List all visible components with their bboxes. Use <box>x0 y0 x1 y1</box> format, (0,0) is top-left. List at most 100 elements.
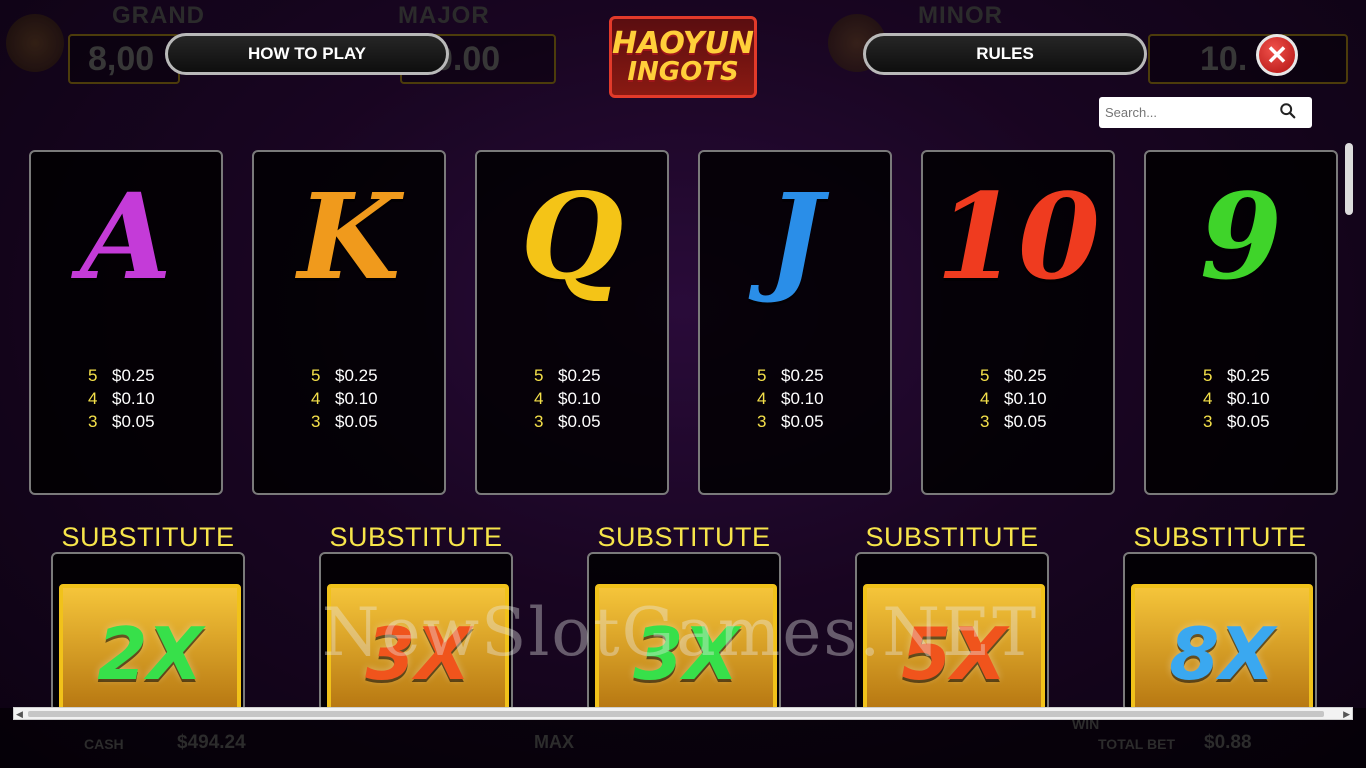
logo-line2: INGOTS <box>627 57 739 87</box>
substitute-card: 2X <box>51 552 245 712</box>
symbol-j: J <box>767 167 823 306</box>
search-input[interactable] <box>1099 105 1279 120</box>
pay-list: 5 $0.25 4 $0.10 3 $0.05 <box>477 364 667 433</box>
logo-line1: HAOYUN <box>612 26 754 61</box>
pay-count: 4 <box>88 388 98 408</box>
pay-row: 3 $0.05 <box>923 410 1113 433</box>
pay-row: 4 $0.10 <box>31 387 221 410</box>
pay-count: 3 <box>1203 411 1213 431</box>
symbol-10: 10 <box>935 167 1101 306</box>
wild-multiplier-symbol: 5X <box>863 584 1045 710</box>
pay-count: 4 <box>534 388 544 408</box>
wild-multiplier-symbol: 3X <box>595 584 777 710</box>
pay-row: 5 $0.25 <box>31 364 221 387</box>
symbol-k: K <box>297 167 401 306</box>
pay-row: 5 $0.25 <box>700 364 890 387</box>
paytable-card: A 5 $0.25 4 $0.10 3 $0.05 <box>29 150 223 495</box>
pay-value: $0.10 <box>1004 388 1047 408</box>
pay-row: 4 $0.10 <box>923 387 1113 410</box>
pay-value: $0.10 <box>335 388 378 408</box>
pay-row: 5 $0.25 <box>254 364 444 387</box>
wild-multiplier-symbol: 2X <box>59 584 241 710</box>
paytable-card: 9 5 $0.25 4 $0.10 3 $0.05 <box>1144 150 1338 495</box>
pay-value: $0.10 <box>558 388 601 408</box>
pay-value: $0.10 <box>1227 388 1270 408</box>
pay-count: 3 <box>88 411 98 431</box>
pay-row: 5 $0.25 <box>477 364 667 387</box>
pay-count: 3 <box>534 411 544 431</box>
game-logo: HAOYUN INGOTS <box>609 16 757 98</box>
pay-row: 3 $0.05 <box>31 410 221 433</box>
pay-row: 3 $0.05 <box>477 410 667 433</box>
search-box <box>1099 97 1312 128</box>
pay-row: 4 $0.10 <box>254 387 444 410</box>
pay-row: 4 $0.10 <box>1146 387 1336 410</box>
pay-value: $0.05 <box>335 411 378 431</box>
pay-value: $0.05 <box>781 411 824 431</box>
how-to-play-button[interactable]: HOW TO PLAY <box>165 33 449 75</box>
pay-count: 5 <box>980 365 990 385</box>
pay-count: 4 <box>1203 388 1213 408</box>
symbol-a: A <box>80 167 172 306</box>
pay-count: 3 <box>980 411 990 431</box>
symbol-9: 9 <box>1199 167 1283 306</box>
substitute-label: SUBSTITUTE <box>329 522 503 552</box>
pay-value: $0.05 <box>112 411 155 431</box>
pay-value: $0.25 <box>781 365 824 385</box>
pay-row: 5 $0.25 <box>1146 364 1336 387</box>
pay-count: 4 <box>980 388 990 408</box>
symbol-q: Q <box>520 167 624 306</box>
pay-list: 5 $0.25 4 $0.10 3 $0.05 <box>31 364 221 433</box>
pay-value: $0.05 <box>1227 411 1270 431</box>
substitute-label: SUBSTITUTE <box>1133 522 1307 552</box>
pay-value: $0.05 <box>558 411 601 431</box>
pay-row: 3 $0.05 <box>700 410 890 433</box>
horizontal-scroll-thumb[interactable] <box>28 711 1324 717</box>
pay-count: 3 <box>311 411 321 431</box>
pay-count: 5 <box>88 365 98 385</box>
pay-count: 5 <box>1203 365 1213 385</box>
substitute-label: SUBSTITUTE <box>61 522 235 552</box>
paytable-card: 10 5 $0.25 4 $0.10 3 $0.05 <box>921 150 1115 495</box>
substitute-card: 3X <box>587 552 781 712</box>
pay-count: 3 <box>757 411 767 431</box>
horizontal-scrollbar[interactable]: ◀ ▶ <box>13 707 1353 720</box>
substitute-label: SUBSTITUTE <box>865 522 1039 552</box>
pay-count: 4 <box>757 388 767 408</box>
pay-row: 5 $0.25 <box>923 364 1113 387</box>
pay-value: $0.10 <box>112 388 155 408</box>
close-icon: ✕ <box>1266 39 1288 70</box>
paytable-card: J 5 $0.25 4 $0.10 3 $0.05 <box>698 150 892 495</box>
pay-value: $0.05 <box>1004 411 1047 431</box>
pay-row: 4 $0.10 <box>477 387 667 410</box>
pay-list: 5 $0.25 4 $0.10 3 $0.05 <box>254 364 444 433</box>
pay-list: 5 $0.25 4 $0.10 3 $0.05 <box>700 364 890 433</box>
substitute-label: SUBSTITUTE <box>597 522 771 552</box>
close-button[interactable]: ✕ <box>1256 34 1298 76</box>
wild-multiplier-symbol: 3X <box>327 584 509 710</box>
vertical-scrollbar[interactable] <box>1345 143 1353 215</box>
paytable-card: K 5 $0.25 4 $0.10 3 $0.05 <box>252 150 446 495</box>
substitute-card: 3X <box>319 552 513 712</box>
scroll-left-icon[interactable]: ◀ <box>16 709 23 720</box>
pay-count: 5 <box>534 365 544 385</box>
substitute-card: 8X <box>1123 552 1317 712</box>
pay-count: 5 <box>311 365 321 385</box>
substitute-card: 5X <box>855 552 1049 712</box>
pay-value: $0.10 <box>781 388 824 408</box>
rules-button[interactable]: RULES <box>863 33 1147 75</box>
pay-row: 4 $0.10 <box>700 387 890 410</box>
scroll-right-icon[interactable]: ▶ <box>1343 709 1350 720</box>
pay-value: $0.25 <box>1004 365 1047 385</box>
pay-value: $0.25 <box>335 365 378 385</box>
wild-multiplier-symbol: 8X <box>1131 584 1313 710</box>
pay-row: 3 $0.05 <box>254 410 444 433</box>
paytable-card: Q 5 $0.25 4 $0.10 3 $0.05 <box>475 150 669 495</box>
search-icon[interactable] <box>1279 102 1301 124</box>
pay-list: 5 $0.25 4 $0.10 3 $0.05 <box>1146 364 1336 433</box>
pay-value: $0.25 <box>112 365 155 385</box>
pay-count: 5 <box>757 365 767 385</box>
pay-list: 5 $0.25 4 $0.10 3 $0.05 <box>923 364 1113 433</box>
pay-row: 3 $0.05 <box>1146 410 1336 433</box>
pay-value: $0.25 <box>1227 365 1270 385</box>
